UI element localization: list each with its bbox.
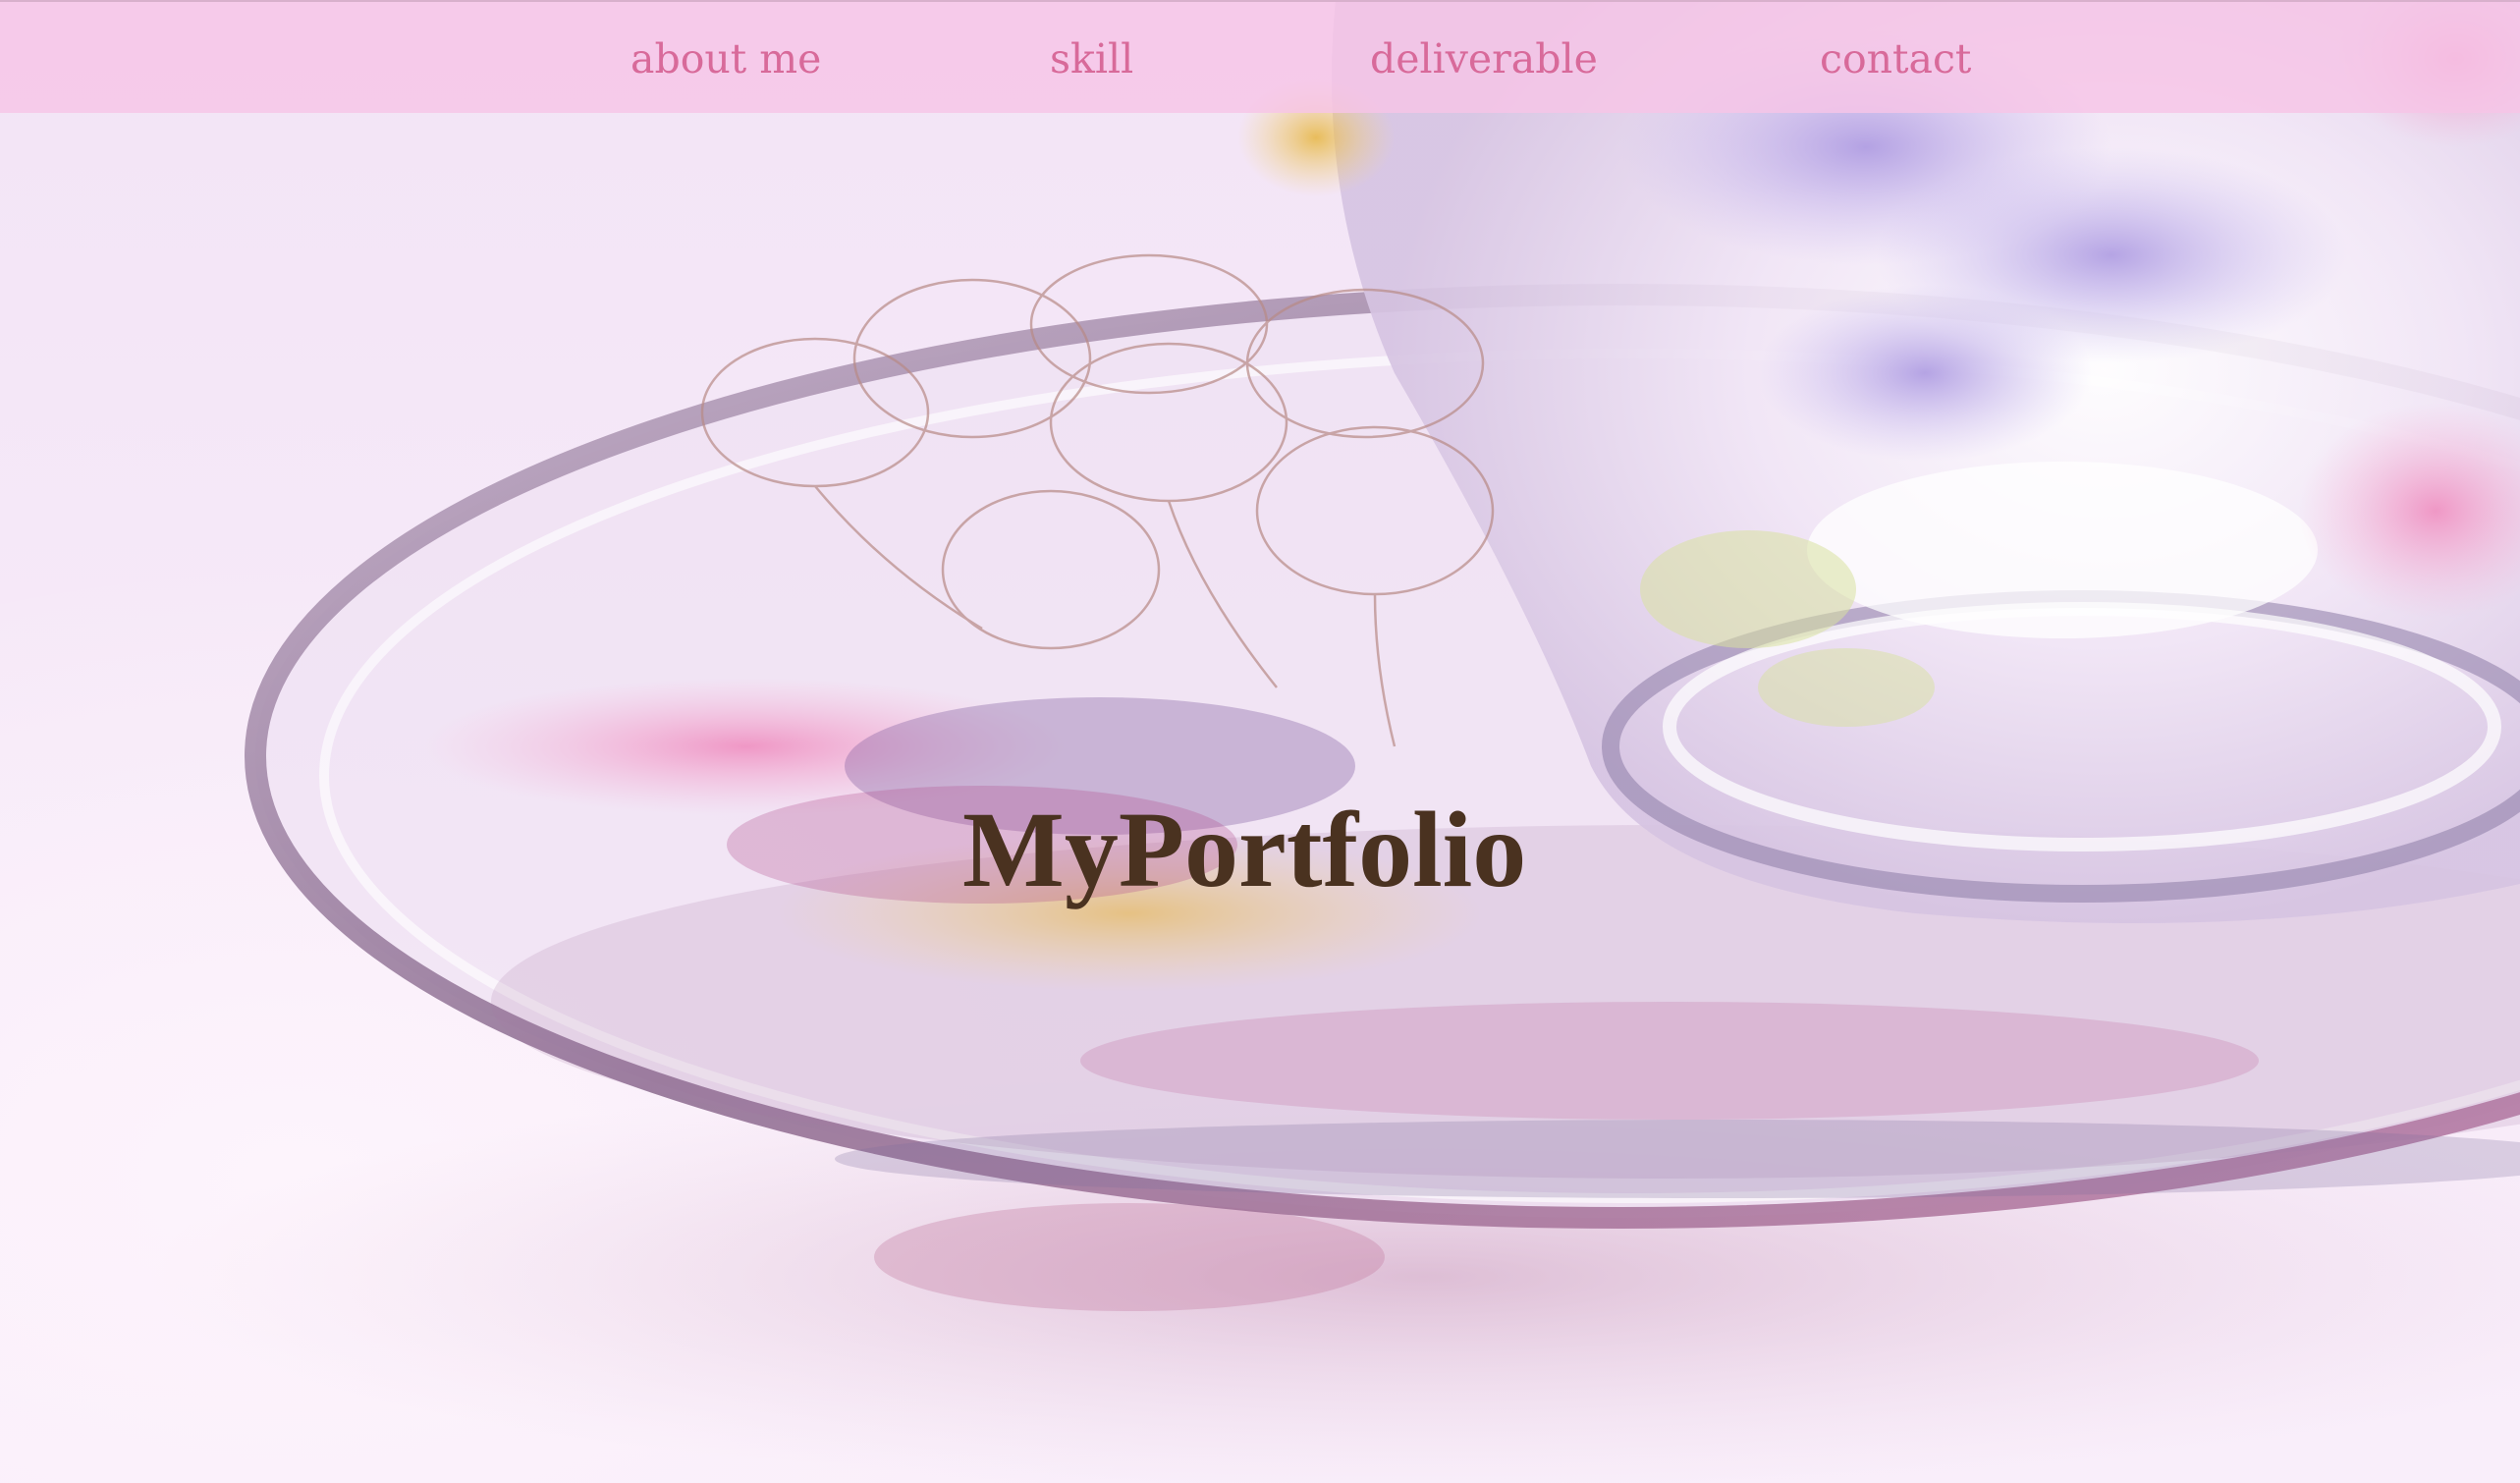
- nav-link-about-me[interactable]: about me: [630, 29, 821, 88]
- nav-link-contact[interactable]: contact: [1820, 29, 1971, 88]
- top-navigation-bar: about me skill deliverable contact: [0, 0, 2520, 113]
- hero-background-image: [0, 0, 2520, 1483]
- page-title: MyPortfolio: [962, 790, 1527, 909]
- nav-link-deliverable[interactable]: deliverable: [1370, 29, 1598, 88]
- glass-teacup-illustration: [147, 0, 2520, 1483]
- nav-link-skill[interactable]: skill: [1050, 29, 1133, 88]
